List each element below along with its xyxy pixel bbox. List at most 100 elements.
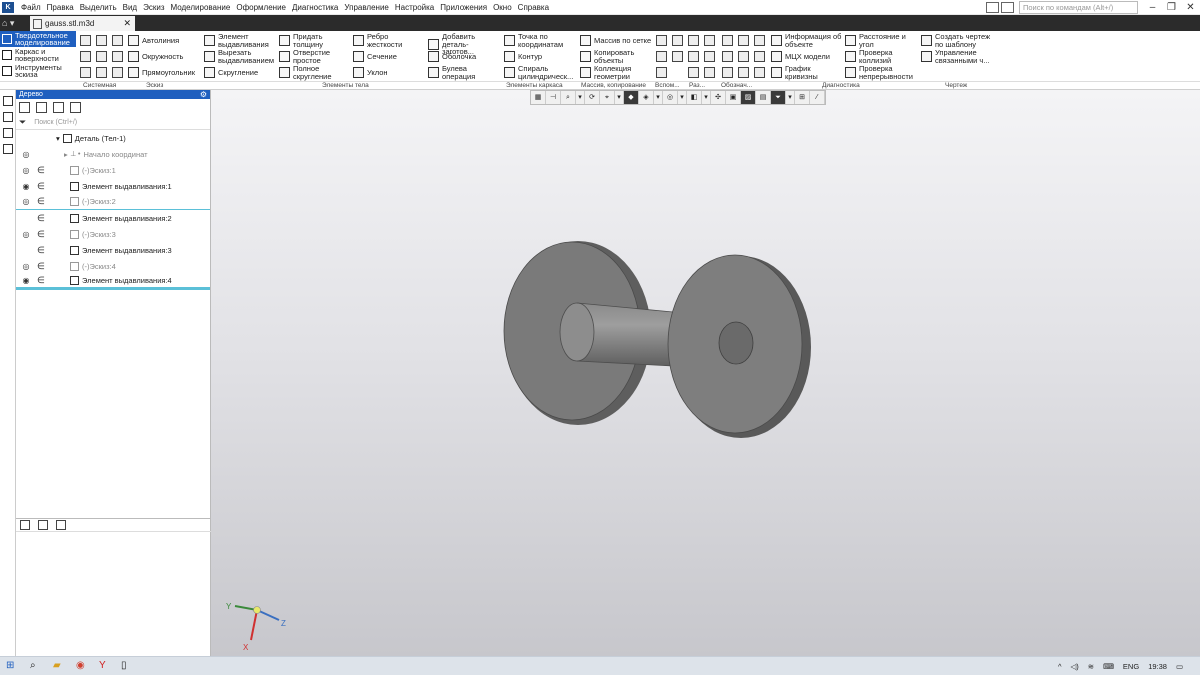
shell-button[interactable]: Оболочка bbox=[428, 51, 476, 62]
section-view-icon[interactable] bbox=[688, 51, 699, 62]
tree-item-sketch-1[interactable]: (-)Эскиз:1 bbox=[70, 165, 116, 175]
tree-item-extrude-1[interactable]: Элемент выдавливания:1 bbox=[70, 181, 172, 191]
thicken-button[interactable]: Придать толщину bbox=[279, 33, 345, 48]
base-icon[interactable] bbox=[738, 51, 749, 62]
model-viewport[interactable]: Y Z X bbox=[211, 90, 1200, 656]
eye-hidden-icon[interactable]: ◎ bbox=[20, 166, 32, 175]
tree-row[interactable]: ◎ ∈ (-)Эскиз:3 bbox=[16, 226, 210, 242]
volume-icon[interactable]: ◁) bbox=[1071, 662, 1079, 671]
table-icon[interactable] bbox=[688, 67, 699, 78]
mode-solid[interactable]: Твердотельное моделирование bbox=[0, 31, 76, 47]
menu-format[interactable]: Оформление bbox=[233, 3, 289, 12]
undo-icon[interactable] bbox=[80, 67, 91, 78]
tree-structure-icon[interactable] bbox=[20, 520, 30, 530]
home-icon[interactable]: ⌂ ▾ bbox=[2, 17, 26, 29]
tree-row[interactable]: ∈ Элемент выдавливания:3 bbox=[16, 242, 210, 258]
menu-window[interactable]: Окно bbox=[490, 3, 515, 12]
weld-icon[interactable] bbox=[738, 67, 749, 78]
gear-icon[interactable]: ⚙ bbox=[200, 90, 207, 99]
filter-icon[interactable]: ⏷ bbox=[771, 91, 786, 104]
eye-icon[interactable]: ◉ bbox=[20, 182, 32, 191]
notifications-icon[interactable]: ▭ bbox=[1176, 662, 1183, 671]
display-mode-icon[interactable]: ◈ bbox=[639, 91, 654, 104]
menu-diagnostics[interactable]: Диагностика bbox=[289, 3, 341, 12]
menu-apps[interactable]: Приложения bbox=[437, 3, 490, 12]
perspective-icon[interactable]: ▨ bbox=[741, 91, 756, 104]
variables-icon[interactable] bbox=[56, 520, 66, 530]
hole-button[interactable]: Отверстие простое bbox=[279, 49, 345, 64]
rib-button[interactable]: Ребро жесткости bbox=[353, 33, 415, 48]
minimize-icon[interactable]: – bbox=[1143, 2, 1162, 13]
tree-search[interactable]: ⏷ Поиск (Ctrl+/) bbox=[16, 116, 210, 130]
plane-icon[interactable] bbox=[656, 35, 667, 46]
include-icon[interactable]: ∈ bbox=[37, 229, 47, 240]
grid-array-button[interactable]: Массив по сетке bbox=[580, 35, 651, 46]
menu-edit[interactable]: Правка bbox=[44, 3, 77, 12]
menu-view[interactable]: Вид bbox=[120, 3, 140, 12]
tray-arrow-icon[interactable]: ^ bbox=[1058, 662, 1062, 671]
tab-close-icon[interactable]: ✕ bbox=[123, 18, 131, 29]
chevron-down-icon[interactable]: ▾ bbox=[654, 91, 663, 104]
tree-item-sketch-3[interactable]: (-)Эскиз:3 bbox=[70, 229, 116, 239]
eye-hidden-icon[interactable]: ◎ bbox=[20, 262, 32, 271]
fillet-button[interactable]: Скругление bbox=[204, 67, 258, 78]
mass-properties-button[interactable]: МЦХ модели bbox=[771, 51, 830, 62]
chevron-down-icon[interactable]: ▾ bbox=[678, 91, 687, 104]
chevron-down-icon[interactable]: ▾ bbox=[702, 91, 711, 104]
save-icon[interactable] bbox=[112, 35, 123, 46]
network-icon[interactable]: ≋ bbox=[1088, 662, 1094, 671]
cut-extrude-button[interactable]: Вырезать выдавливанием bbox=[204, 49, 278, 64]
tree-row[interactable]: ◎ ∈ (-)Эскиз:2 bbox=[16, 194, 210, 210]
menu-modeling[interactable]: Моделирование bbox=[167, 3, 233, 12]
menu-settings[interactable]: Настройка bbox=[392, 3, 437, 12]
command-search-input[interactable]: Поиск по командам (Alt+/) bbox=[1019, 1, 1138, 14]
expand-icon[interactable]: ▾ bbox=[56, 134, 60, 143]
geometry-collection-button[interactable]: Коллекция геометрии bbox=[580, 65, 650, 80]
window-layout-icon[interactable] bbox=[986, 2, 999, 13]
menu-sketch[interactable]: Эскиз bbox=[140, 3, 167, 12]
curvature-button[interactable]: График кривизны bbox=[771, 65, 841, 80]
mirror-icon[interactable] bbox=[704, 35, 715, 46]
search-icon[interactable]: ⌕ bbox=[30, 660, 36, 671]
tree-list-icon[interactable] bbox=[38, 520, 48, 530]
tree-search-input[interactable]: Поиск (Ctrl+/) bbox=[34, 119, 77, 126]
camera-icon[interactable] bbox=[1001, 2, 1014, 13]
rectangle-button[interactable]: Прямоугольник bbox=[128, 67, 195, 78]
distance-button[interactable]: Расстояние и угол bbox=[845, 33, 911, 48]
zoom-icon[interactable]: ⌕ bbox=[561, 91, 576, 104]
contour-button[interactable]: Контур bbox=[504, 51, 542, 62]
line-icon[interactable] bbox=[672, 51, 683, 62]
chevron-down-icon[interactable]: ▾ bbox=[576, 91, 585, 104]
create-drawing-button[interactable]: Создать чертеж по шаблону bbox=[921, 33, 993, 48]
point-button[interactable]: Точка по координатам bbox=[504, 33, 574, 48]
menu-manage[interactable]: Управление bbox=[341, 3, 391, 12]
document-icon[interactable]: ▯ bbox=[121, 660, 127, 671]
mode-sketch-tools[interactable]: Инструменты эскиза bbox=[0, 63, 76, 79]
bolt-icon[interactable] bbox=[704, 67, 715, 78]
include-icon[interactable]: ∈ bbox=[37, 245, 47, 256]
tree-panel-icon[interactable] bbox=[3, 96, 13, 106]
thread-icon[interactable] bbox=[754, 51, 765, 62]
section-button[interactable]: Сечение bbox=[353, 51, 397, 62]
tree-row[interactable]: ◎ ∈ (-)Эскиз:4 bbox=[16, 258, 210, 274]
tree-item-extrude-4[interactable]: Элемент выдавливания:4 bbox=[70, 276, 172, 285]
explorer-icon[interactable]: ▰ bbox=[53, 660, 61, 671]
clock[interactable]: 19:38 bbox=[1148, 662, 1167, 671]
language-indicator[interactable]: ENG bbox=[1123, 662, 1139, 671]
rotate-icon[interactable]: ⟳ bbox=[585, 91, 600, 104]
roughness-icon[interactable] bbox=[754, 35, 765, 46]
menu-help[interactable]: Справка bbox=[515, 3, 552, 12]
tree-item-sketch-4[interactable]: (-)Эскиз:4 bbox=[70, 261, 116, 271]
measure-icon[interactable]: ⊞ bbox=[795, 91, 810, 104]
properties-panel-icon[interactable] bbox=[3, 112, 13, 122]
paste-icon[interactable] bbox=[96, 51, 107, 62]
start-icon[interactable]: ⊞ bbox=[6, 660, 14, 671]
explode-icon[interactable] bbox=[704, 51, 715, 62]
tree-row[interactable]: ◎ ▸ ⟂ • Начало координат bbox=[16, 146, 210, 162]
visibility-icon[interactable]: ◎ bbox=[663, 91, 678, 104]
eye-icon[interactable]: ◉ bbox=[20, 276, 32, 285]
orientation-icon[interactable]: ⌖ bbox=[600, 91, 615, 104]
tree-row[interactable]: ∈ Элемент выдавливания:2 bbox=[16, 210, 210, 226]
circle-button[interactable]: Окружность bbox=[128, 51, 183, 62]
tree-row[interactable]: ◎ ∈ (-)Эскиз:1 bbox=[16, 162, 210, 178]
